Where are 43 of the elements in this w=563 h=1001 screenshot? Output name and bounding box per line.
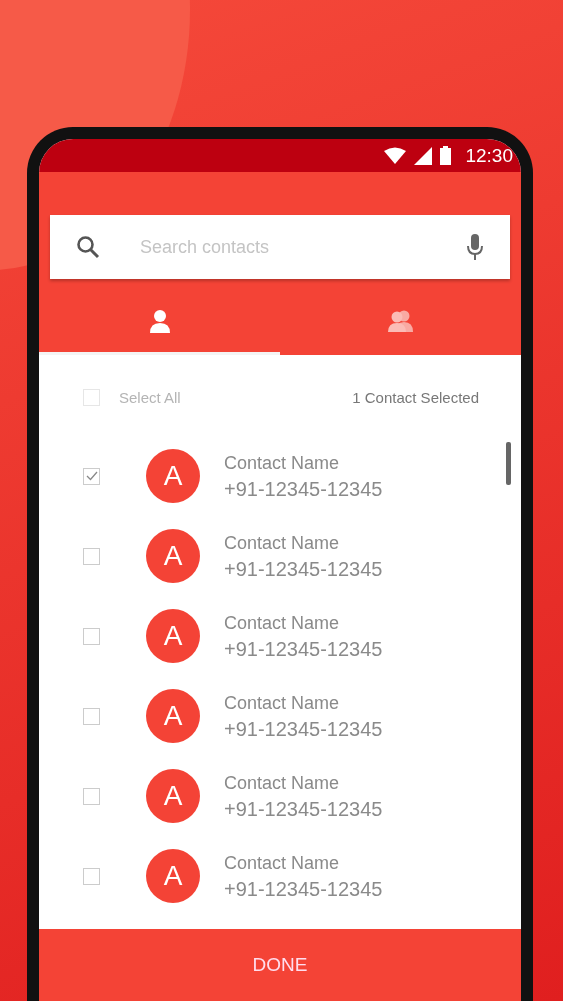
contact-row[interactable]: A Contact Name +91-12345-12345 (39, 516, 521, 596)
contact-row[interactable]: A Contact Name +91-12345-12345 (39, 756, 521, 836)
contact-phone: +91-12345-12345 (224, 797, 383, 822)
battery-icon (440, 146, 452, 165)
contact-row[interactable]: A Contact Name +91-12345-12345 (39, 436, 521, 516)
contact-name: Contact Name (224, 852, 341, 875)
person-icon (149, 309, 170, 333)
selection-count: 1 Contact Selected (352, 388, 479, 406)
select-all-label: Select All (119, 388, 181, 406)
contact-phone: +91-12345-12345 (224, 877, 383, 902)
contact-name: Contact Name (224, 692, 341, 715)
contact-avatar: A (146, 449, 200, 503)
done-button[interactable]: DONE (39, 929, 521, 1001)
microphone-icon[interactable] (466, 234, 484, 260)
contact-checkbox[interactable] (83, 467, 100, 485)
contact-checkbox[interactable] (83, 787, 100, 805)
contact-phone: +91-12345-12345 (224, 477, 383, 502)
contact-checkbox[interactable] (83, 867, 100, 885)
contact-avatar: A (146, 849, 200, 903)
contact-row[interactable]: A Contact Name +91-12345-12345 (39, 836, 521, 916)
contact-checkbox[interactable] (83, 627, 100, 645)
contact-row[interactable]: A Contact Name +91-12345-12345 (39, 596, 521, 676)
contact-avatar: A (146, 769, 200, 823)
contact-avatar: A (146, 689, 200, 743)
contact-name: Contact Name (224, 772, 341, 795)
contact-phone: +91-12345-12345 (224, 557, 383, 582)
group-icon (387, 310, 414, 332)
contact-phone: +91-12345-12345 (224, 717, 383, 742)
search-icon (76, 235, 100, 259)
contact-avatar: A (146, 529, 200, 583)
contact-checkbox[interactable] (83, 707, 100, 725)
contact-row[interactable]: A Contact Name +91-12345-12345 (39, 676, 521, 756)
contact-name: Contact Name (224, 452, 341, 475)
scrollbar[interactable] (506, 442, 511, 485)
search-field[interactable]: Search contacts (138, 235, 428, 259)
contact-avatar: A (146, 609, 200, 663)
contact-checkbox[interactable] (83, 547, 100, 565)
wifi-icon (384, 147, 407, 164)
status-time: 12:30 (465, 144, 513, 167)
contact-phone: +91-12345-12345 (224, 637, 383, 662)
contact-name: Contact Name (224, 532, 341, 555)
contact-name: Contact Name (224, 612, 341, 635)
signal-icon (414, 146, 433, 165)
